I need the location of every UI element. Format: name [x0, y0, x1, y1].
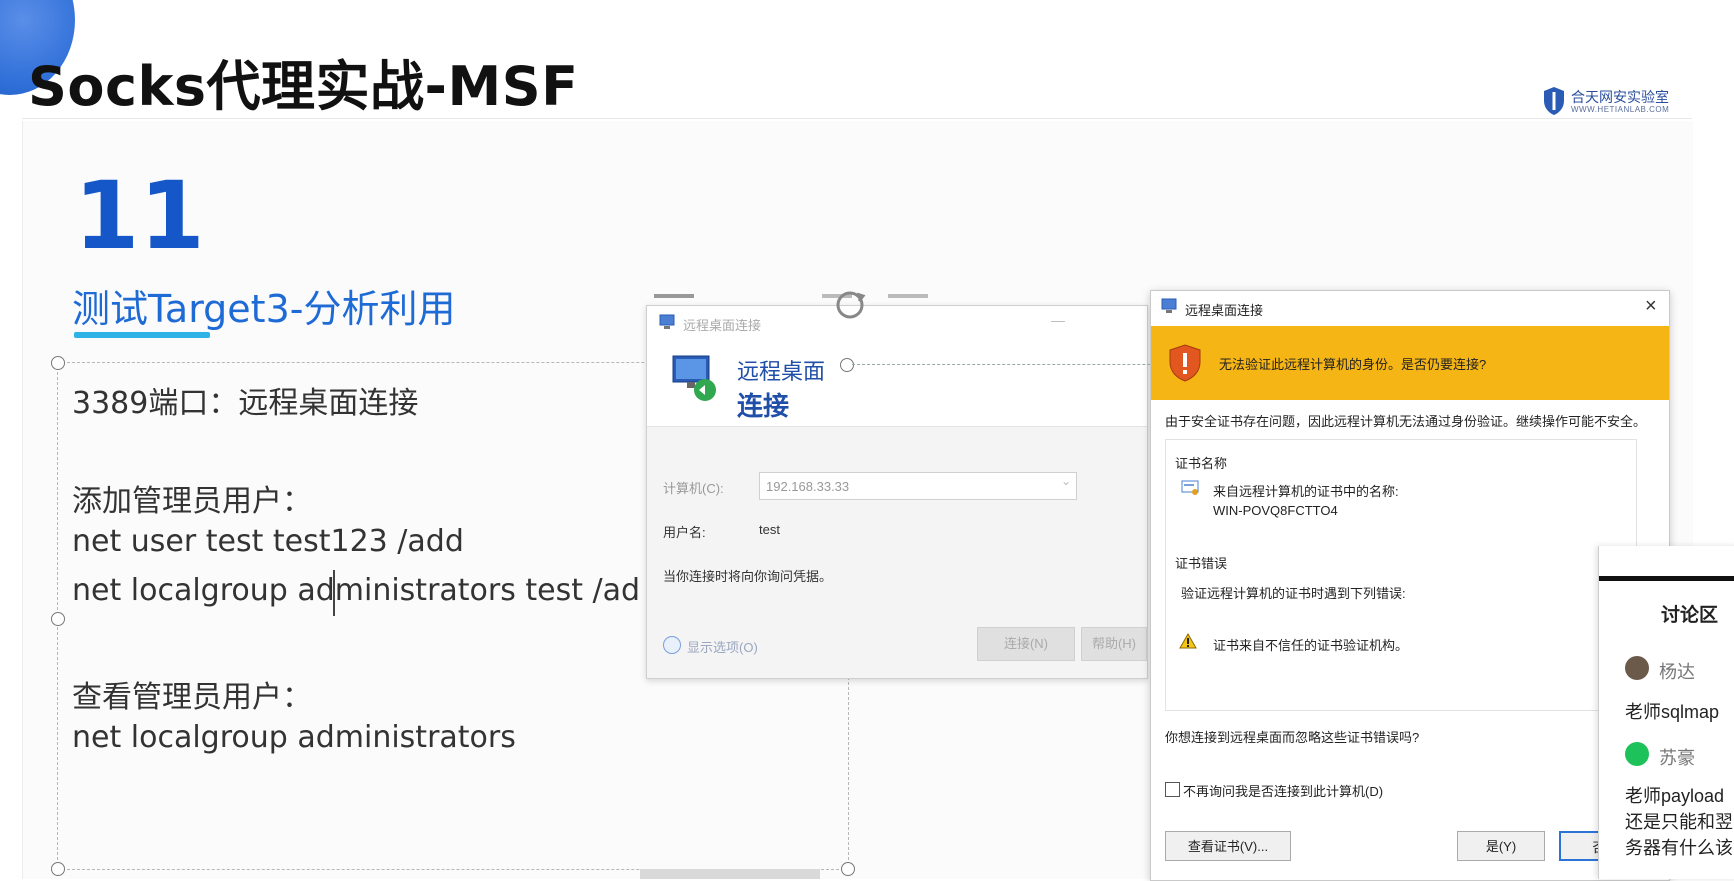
dont-ask-label: 不再询问我是否连接到此计算机(D): [1183, 784, 1384, 799]
computer-label: 计算机(C):: [663, 481, 724, 496]
rdp-header: [647, 338, 1147, 427]
rdp-app-icon: [659, 314, 675, 329]
comment-text: 还是只能和翌: [1625, 812, 1733, 832]
avatar: [1625, 742, 1649, 766]
warning-triangle-icon: [1179, 633, 1197, 649]
cert-name-value: WIN-POVQ8FCTTO4: [1213, 503, 1338, 518]
view-certificate-button[interactable]: 查看证书(V)...: [1165, 831, 1291, 861]
show-options-link[interactable]: 显示选项(O): [687, 637, 758, 656]
body-line-add-admin-heading: 添加管理员用户：: [72, 484, 312, 519]
rdp-heading-2: 连接: [737, 391, 790, 421]
commenter-name: 苏豪: [1659, 748, 1695, 768]
comment-text: 老师payload: [1625, 786, 1725, 806]
avatar: [1625, 656, 1649, 680]
discussion-panel: 讨论区 杨达 老师sqlmap 苏豪 老师payload 还是只能和翌 务器有什…: [1598, 546, 1734, 879]
body-line-port: 3389端口：远程桌面连接: [72, 386, 419, 421]
commenter-name: 杨达: [1659, 662, 1695, 682]
rotate-handle-icon[interactable]: [833, 288, 867, 322]
rdp-heading-1: 远程桌面: [737, 359, 826, 384]
background-window-strip: [652, 290, 962, 304]
resize-handle[interactable]: [51, 862, 65, 876]
rdp-window: 远程桌面连接 — 远程桌面 连接 计算机(C): 192.168.33.33 ⌄…: [646, 305, 1148, 679]
header-divider: [22, 118, 1692, 119]
body-line-view-admin-heading: 查看管理员用户：: [72, 680, 312, 715]
warning-message: 无法验证此远程计算机的身份。是否仍要连接?: [1219, 357, 1487, 372]
cert-name-heading: 证书名称: [1175, 456, 1228, 471]
expand-options-icon[interactable]: [663, 636, 681, 654]
remote-desktop-icon: [672, 355, 716, 401]
logo-subtext: WWW.HETIANLAB.COM: [1571, 104, 1670, 114]
taskbar-glimpse: [640, 869, 820, 879]
cert-errors-heading: 证书错误: [1175, 556, 1228, 571]
warning-shield-icon: [1169, 344, 1201, 382]
comment-text: 务器有什么该: [1625, 838, 1733, 858]
dont-ask-checkbox[interactable]: [1165, 782, 1180, 797]
body-line-command: net user test test123 /add: [72, 524, 464, 559]
cert-description: 由于安全证书存在问题，因此远程计算机无法通过身份验证。继续操作可能不安全。: [1165, 414, 1647, 429]
help-button[interactable]: 帮助(H): [1081, 627, 1147, 661]
certificate-dialog: 远程桌面连接 × 无法验证此远程计算机的身份。是否仍要连接? 由于安全证书存在问…: [1150, 290, 1670, 881]
rdp-window-title: 远程桌面连接: [683, 318, 762, 333]
section-number: 11: [74, 162, 205, 271]
resize-handle[interactable]: [51, 612, 65, 626]
subtitle-underline: [74, 332, 210, 338]
cert-error-item: 证书来自不信任的证书验证机构。: [1213, 638, 1409, 653]
computer-input[interactable]: 192.168.33.33: [759, 472, 1077, 500]
brand-logo: 合天网安实验室 WWW.HETIANLAB.COM: [1543, 86, 1669, 116]
close-icon[interactable]: ×: [1645, 295, 1657, 318]
rdp-app-icon: [1161, 298, 1177, 313]
yes-button[interactable]: 是(Y): [1457, 831, 1545, 861]
discussion-top-bar: [1599, 576, 1734, 581]
minimize-icon[interactable]: —: [1051, 312, 1065, 328]
credential-note: 当你连接时将向你询问凭据。: [663, 569, 833, 584]
connect-button[interactable]: 连接(N): [977, 627, 1075, 661]
connect-question: 你想连接到远程桌面而忽略这些证书错误吗?: [1165, 730, 1420, 745]
selection-handle[interactable]: [840, 358, 854, 372]
certificate-icon: [1181, 480, 1199, 495]
cert-details-group: [1165, 439, 1637, 711]
username-value: test: [759, 522, 780, 537]
username-label: 用户名:: [663, 525, 706, 540]
slide-title: Socks代理实战-MSF: [28, 55, 579, 118]
comment-text: 老师sqlmap: [1625, 702, 1720, 722]
cert-name-label: 来自远程计算机的证书中的名称:: [1213, 484, 1399, 499]
logo-text: 合天网安实验室: [1571, 88, 1669, 105]
section-subtitle: 测试Target3-分析利用: [72, 287, 456, 331]
discussion-title: 讨论区: [1661, 605, 1719, 626]
resize-handle[interactable]: [51, 356, 65, 370]
cert-errors-label: 验证远程计算机的证书时遇到下列错误:: [1181, 586, 1406, 601]
resize-handle[interactable]: [841, 862, 855, 876]
cert-dialog-title: 远程桌面连接: [1185, 303, 1264, 318]
body-line-command: net localgroup administrators test /ad: [72, 573, 641, 608]
chevron-down-icon[interactable]: ⌄: [1061, 474, 1071, 488]
shield-logo-icon: [1544, 87, 1564, 115]
body-line-command: net localgroup administrators: [72, 720, 516, 755]
text-cursor: [333, 570, 335, 616]
